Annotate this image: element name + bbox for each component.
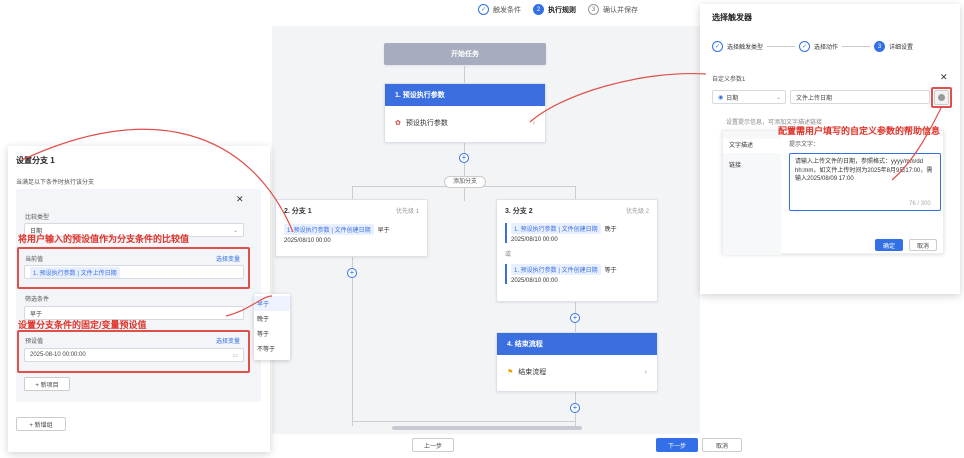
branch-1-title: 2. 分支 1 — [284, 208, 312, 215]
close-icon[interactable]: ✕ — [236, 194, 244, 205]
branch-2-cond1-op: 晚于 — [604, 227, 617, 233]
highlight-preset-value — [17, 330, 250, 373]
branch-settings-panel: 设置分支 1 当满足以下条件时执行该分支 ✕ 比较类型 日期 ⌄ 当前值 选择变… — [8, 146, 270, 452]
param-name-value: 文件上传日期 — [796, 95, 833, 102]
help-ok-button[interactable]: 确定 — [875, 239, 903, 251]
param-name-input[interactable]: 文件上传日期 — [790, 90, 930, 104]
calendar-icon: ◉ — [718, 94, 724, 101]
annotation-help-info: 配置需用户填写的自定义参数的帮助信息 — [778, 126, 941, 136]
end-flow-title: 4. 结束流程 — [497, 333, 657, 355]
end-flow-item: 结束流程 — [518, 369, 547, 376]
highlight-help-button — [931, 87, 952, 108]
add-node-branch-1[interactable]: + — [347, 268, 357, 278]
node-preset-title: 1. 预设执行参数 — [385, 84, 545, 106]
trigger-step-3-circle: 3 — [874, 41, 886, 52]
option-after[interactable]: 晚于 — [254, 311, 290, 326]
step-1: ✓ 触发条件 — [478, 4, 521, 15]
help-text-label: 提示文字： — [789, 142, 820, 148]
trigger-settings-panel: 选择触发器 ✓ 选择触发类型 ✓ 选择动作 3 详细设置 ✕ 自定义参数1 ◉ … — [700, 4, 960, 294]
chevron-down-icon: ⌄ — [232, 227, 238, 234]
tab-link[interactable]: 链接 — [723, 159, 781, 173]
prev-step-button[interactable]: 上一步 — [412, 438, 454, 452]
flow-canvas: 开始任务 1. 预设执行参数 ✿ 预设执行参数 › + 添加分支 2. 分支 1… — [272, 26, 700, 434]
branch-2-node[interactable]: 3. 分支 2 优先级 2 1. 预设执行参数 | 文件创建日期 晚于 2025… — [496, 199, 658, 302]
panel-title: 设置分支 1 — [16, 156, 55, 165]
add-node-branch-2[interactable]: + — [570, 313, 580, 323]
option-before[interactable]: 早于 — [254, 296, 290, 311]
branch-1-node[interactable]: 2. 分支 1 优先级 1 1. 预设执行参数 | 文件创建日期 早于 2025… — [275, 199, 428, 257]
start-node-label: 开始任务 — [451, 51, 479, 58]
footer-cancel-button[interactable]: 取消 — [702, 438, 742, 452]
option-equal[interactable]: 等于 — [254, 326, 290, 341]
filter-options-dropdown: 早于 晚于 等于 不等于 — [254, 294, 290, 360]
chevron-down-icon: ⌄ — [775, 94, 781, 101]
step-3: 3 确认并保存 — [588, 4, 638, 15]
char-count: 76 / 300 — [909, 201, 931, 207]
annotation-compare-value: 将用户输入的预设值作为分支条件的比较值 — [18, 234, 190, 244]
start-node[interactable]: 开始任务 — [384, 43, 546, 65]
close-icon[interactable]: ✕ — [940, 72, 948, 83]
step-2: 2 执行规则 — [533, 4, 576, 15]
custom-param-title: 自定义参数1 — [712, 77, 746, 83]
branch-2-title: 3. 分支 2 — [505, 208, 533, 215]
node-preset-item: 预设执行参数 — [405, 120, 448, 127]
annotation-preset-value: 设置分支条件的固定/变量预设值 — [18, 320, 147, 330]
filter-value: 早于 — [30, 311, 43, 318]
step-1-circle: ✓ — [478, 4, 489, 15]
branch-1-op: 早于 — [377, 228, 390, 234]
step-2-circle: 2 — [533, 4, 544, 15]
step-2-label: 执行规则 — [548, 6, 576, 14]
branch-2-cond1-date: 2025/08/10 00:00 — [511, 237, 558, 243]
chevron-right-icon[interactable]: › — [645, 369, 647, 376]
trigger-step-3-label: 详细设置 — [889, 45, 914, 51]
next-step-button[interactable]: 下一步 — [656, 438, 698, 452]
add-branch-button[interactable]: 添加分支 — [444, 176, 486, 188]
horizontal-scrollbar[interactable] — [392, 426, 582, 430]
trigger-panel-title: 选择触发器 — [712, 13, 752, 22]
trigger-step-1-label: 选择触发类型 — [727, 45, 764, 51]
branch-2-priority: 优先级 2 — [625, 209, 649, 215]
node-preset-params[interactable]: 1. 预设执行参数 ✿ 预设执行参数 › — [384, 83, 546, 143]
add-node-button[interactable]: + — [459, 153, 469, 163]
option-not-equal[interactable]: 不等于 — [254, 341, 290, 356]
param-type-value: 日期 — [726, 95, 739, 102]
trigger-step-2-check-icon: ✓ — [799, 41, 811, 52]
end-flow-node[interactable]: 4. 结束流程 ⚑ 结束流程 › — [496, 332, 658, 392]
branch-2-cond1-tag: 1. 预设执行参数 | 文件创建日期 — [511, 223, 601, 234]
branch-2-cond2-tag: 1. 预设执行参数 | 文件创建日期 — [511, 264, 601, 275]
trigger-step-1-check-icon: ✓ — [712, 41, 723, 52]
add-condition-button[interactable]: + 新增组 — [16, 417, 66, 431]
branch-2-cond2-op: 等于 — [604, 268, 617, 274]
step-1-label: 触发条件 — [493, 6, 521, 14]
highlight-current-value — [17, 247, 250, 289]
branch-1-cond-tag: 1. 预设执行参数 | 文件创建日期 — [284, 224, 374, 235]
branch-2-or: 或 — [505, 252, 512, 258]
step-3-circle: 3 — [588, 4, 599, 15]
filter-label: 筛选条件 — [25, 297, 50, 303]
add-item-button[interactable]: + 新项目 — [24, 377, 70, 391]
flag-icon: ⚑ — [507, 369, 514, 376]
branch-1-priority: 优先级 1 — [395, 209, 419, 215]
trigger-step-2-label: 选择动作 — [814, 45, 839, 51]
panel-desc: 当满足以下条件时执行该分支 — [16, 180, 95, 186]
webhook-icon: ✿ — [395, 120, 401, 127]
add-node-end[interactable]: + — [570, 403, 580, 413]
step-3-label: 确认并保存 — [603, 6, 638, 14]
tab-text-description[interactable]: 文字描述 — [723, 139, 781, 153]
chevron-right-icon[interactable]: › — [533, 120, 535, 127]
branch-2-cond2-date: 2025/08/10 00:00 — [511, 278, 558, 284]
compare-type-label: 比较类型 — [25, 215, 50, 221]
param-type-select[interactable]: ◉ 日期 ⌄ — [712, 90, 786, 104]
help-text-content: 请输入上传文件的日期，参照格式：yyyy/mm/dd hh:mm，如文件上传时间… — [795, 159, 933, 182]
help-cancel-button[interactable]: 取消 — [909, 239, 937, 251]
branch-1-date: 2025/08/10 00:00 — [284, 238, 331, 244]
